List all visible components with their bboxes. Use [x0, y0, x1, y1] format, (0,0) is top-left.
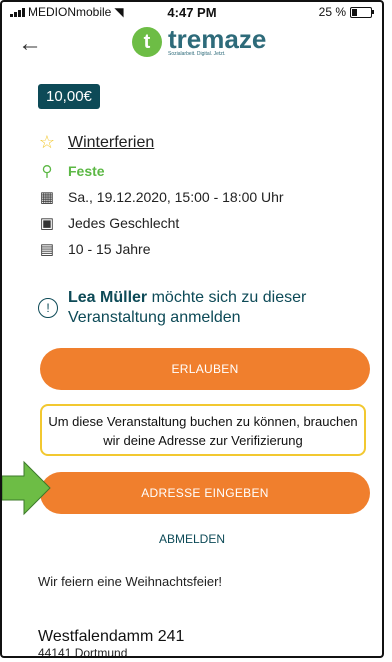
address-street: Westfalendamm 241 — [38, 628, 185, 645]
arrow-pointer-icon — [2, 460, 51, 516]
search-icon: ⚲ — [41, 163, 53, 180]
registration-notice: ! Lea Müller möchte sich zu dieser Veran… — [38, 288, 358, 328]
age-label: 10 - 15 Jahre — [68, 241, 151, 257]
star-icon: ☆ — [38, 132, 56, 152]
event-title-row[interactable]: ☆ Winterferien — [38, 132, 154, 153]
logo: t tremaze Sozialarbeit. Digital. Jetzt. — [132, 23, 267, 57]
notice-name: Lea Müller — [68, 289, 148, 306]
gender-label: Jedes Geschlecht — [68, 215, 180, 231]
app-header: ← t tremaze Sozialarbeit. Digital. Jetzt… — [2, 22, 382, 68]
date-label: Sa., 19.12.2020, 15:00 - 18:00 Uhr — [68, 189, 284, 205]
id-card-icon: ▤ — [39, 241, 55, 258]
app-screen: MEDIONmobile ◥ 4:47 PM 25 % ← t tremaze … — [0, 0, 384, 658]
category-row: ⚲ Feste — [38, 162, 105, 180]
back-arrow-icon[interactable]: ← — [18, 30, 42, 58]
event-title-link[interactable]: Winterferien — [68, 134, 154, 152]
address-city: 44141 Dortmund — [38, 646, 128, 658]
age-row: ▤ 10 - 15 Jahre — [38, 240, 151, 258]
event-description: Wir feiern eine Weihnachtsfeier! — [38, 574, 223, 589]
enter-address-button[interactable]: ADRESSE EINGEBEN — [40, 472, 370, 514]
category-label: Feste — [68, 163, 105, 179]
battery-icon — [350, 6, 374, 18]
unregister-link[interactable]: ABMELDEN — [2, 532, 382, 546]
gender-row: ▣ Jedes Geschlecht — [38, 214, 179, 232]
address-warning: Um diese Veranstaltung buchen zu können,… — [40, 404, 366, 456]
allow-button[interactable]: ERLAUBEN — [40, 348, 370, 390]
price-badge: 10,00€ — [38, 84, 100, 109]
status-bar: MEDIONmobile ◥ 4:47 PM 25 % — [2, 2, 382, 20]
date-row: ▦ Sa., 19.12.2020, 15:00 - 18:00 Uhr — [38, 188, 284, 206]
battery-percent: 25 % — [318, 5, 346, 19]
logo-mark: t — [132, 27, 162, 57]
person-badge-icon: ▣ — [39, 215, 55, 232]
info-icon: ! — [38, 298, 58, 318]
calendar-icon: ▦ — [39, 189, 55, 206]
logo-name: tremaze — [168, 23, 267, 54]
